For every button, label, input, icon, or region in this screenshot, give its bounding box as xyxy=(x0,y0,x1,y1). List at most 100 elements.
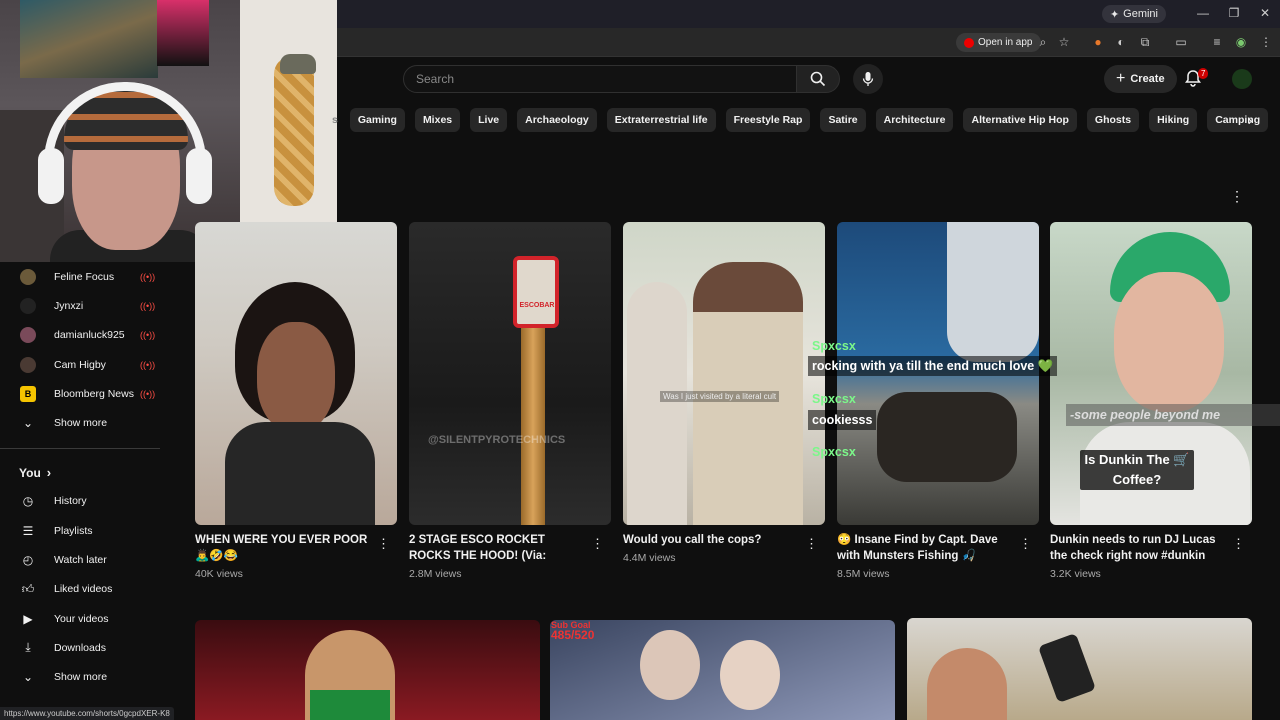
search-button[interactable] xyxy=(796,65,840,93)
chip-architecture[interactable]: Architecture xyxy=(875,108,954,132)
chip-gaming[interactable]: Gaming xyxy=(349,108,405,132)
chat-username: Spxcsx xyxy=(812,445,856,459)
sidebar-item-label: Your videos xyxy=(54,612,109,625)
view-count: 40K views xyxy=(195,568,243,580)
chevron-right-icon[interactable]: › xyxy=(1240,110,1260,130)
account-avatar[interactable] xyxy=(1232,69,1252,89)
live-indicator-icon: ((•)) xyxy=(140,388,156,399)
show-more-you[interactable]: ⌄ Show more xyxy=(0,663,180,692)
minimize-icon[interactable]: — xyxy=(1195,6,1211,20)
sidebar-item-history[interactable]: ◷ History xyxy=(0,487,180,516)
sidebar-subscription[interactable]: Feline Focus ((•)) xyxy=(0,262,180,291)
sidebar-subscription[interactable]: B Bloomberg News ((•)) xyxy=(0,379,180,408)
chip-freestyle-rap[interactable]: Freestyle Rap xyxy=(725,108,811,132)
short-title[interactable]: 😳 Insane Find by Capt. Dave with Munster… xyxy=(837,532,1015,564)
sidebar-item-your-videos[interactable]: ▶ Your videos xyxy=(0,604,180,633)
shorts-row-menu-icon[interactable]: ⋮ xyxy=(1230,188,1244,204)
sidebar-subscription[interactable]: Jynxzi ((•)) xyxy=(0,291,180,320)
more-options-icon[interactable]: ⋮ xyxy=(1019,536,1032,552)
more-options-icon[interactable]: ⋮ xyxy=(591,536,604,552)
video-thumbnail[interactable] xyxy=(195,620,540,720)
short-title[interactable]: Dunkin needs to run DJ Lucas the check r… xyxy=(1050,532,1228,564)
live-indicator-icon: ((•)) xyxy=(140,359,156,370)
thumbnail-person xyxy=(720,640,780,710)
open-in-app-button[interactable]: Open in app xyxy=(956,33,1041,52)
sidebar-item-label: Watch later xyxy=(54,554,107,567)
show-more-label: Show more xyxy=(54,671,108,684)
chip-hiking[interactable]: Hiking xyxy=(1149,108,1198,132)
close-icon[interactable]: ✕ xyxy=(1257,6,1273,20)
short-title[interactable]: WHEN WERE YOU EVER POOR🙇‍♂️🤣😂 xyxy=(195,532,373,564)
short-thumbnail[interactable] xyxy=(623,222,825,525)
channel-avatar xyxy=(20,268,36,285)
sidebar-subscription[interactable]: damianluck925 ((•)) xyxy=(0,321,180,350)
sidebar-item-watch-later[interactable]: ◴ Watch later xyxy=(0,545,180,574)
chip-s[interactable]: s xyxy=(330,108,340,132)
sidebar-item-liked-videos[interactable]: 👍︎ Liked videos xyxy=(0,575,180,604)
more-options-icon[interactable]: ⋮ xyxy=(377,536,390,552)
thumbnail-rocket-stick xyxy=(521,328,545,525)
chip-alternative-hip-hop[interactable]: Alternative Hip Hop xyxy=(963,108,1077,132)
thumbnail-turtle xyxy=(877,392,1017,482)
cast-icon[interactable]: ▭ xyxy=(1174,35,1188,49)
chip-live[interactable]: Live xyxy=(470,108,508,132)
sidebar-item-label: History xyxy=(54,495,87,508)
video-thumbnail[interactable] xyxy=(907,618,1252,720)
thumbnail-phone xyxy=(1037,632,1097,704)
profile-icon[interactable]: ◉ xyxy=(1234,35,1248,49)
chip-mixes[interactable]: Mixes xyxy=(414,108,461,132)
webcam-headphone-right xyxy=(186,148,212,204)
short-card[interactable]: Was I just visited by a literal cult Wou… xyxy=(623,222,825,564)
chip-archaeology[interactable]: Archaeology xyxy=(517,108,597,132)
more-options-icon[interactable]: ⋮ xyxy=(805,536,818,552)
channel-name: Feline Focus xyxy=(54,270,115,283)
chip-extraterrestrial-life[interactable]: Extraterrestrial life xyxy=(606,108,716,132)
live-indicator-icon: ((•)) xyxy=(140,271,156,282)
short-title[interactable]: 2 STAGE ESCO ROCKET ROCKS THE HOOD! (Via… xyxy=(409,532,587,564)
sidebar-item-label: Downloads xyxy=(54,641,106,654)
youtube-header: Search + Create 7 xyxy=(0,57,1280,101)
webcam-headphone-left xyxy=(38,148,64,204)
chip-ghosts[interactable]: Ghosts xyxy=(1086,108,1140,132)
browser-address-bar: Open in app ⌕ ☆ ● ◐ ⧉ ▭ ≡ ◉ ⋮ xyxy=(337,28,1280,57)
chat-message-text: cookiesss xyxy=(808,410,877,430)
short-thumbnail[interactable] xyxy=(195,222,397,525)
view-count: 8.5M views xyxy=(837,568,890,580)
extension-icon-2[interactable]: ◐ xyxy=(1114,35,1128,49)
bookmark-star-icon[interactable]: ☆ xyxy=(1057,35,1071,49)
video-thumbnail[interactable] xyxy=(550,620,895,720)
reading-list-icon[interactable]: ≡ xyxy=(1210,35,1224,49)
short-card[interactable]: WHEN WERE YOU EVER POOR🙇‍♂️🤣😂 ⋮ 40K view… xyxy=(195,222,397,580)
playlists-icon: ☰ xyxy=(22,523,34,538)
chevron-down-icon: ⌄ xyxy=(22,416,34,431)
gemini-label: Gemini xyxy=(1123,8,1158,20)
category-chips: s Gaming Mixes Live Archaeology Extraterrestr… xyxy=(330,108,1269,132)
extension-icon[interactable]: ● xyxy=(1091,35,1105,49)
sub-goal-value: 485/520 xyxy=(551,628,595,642)
create-button[interactable]: + Create xyxy=(1104,65,1177,93)
browser-tab-bar: ✦ Gemini — ❐ ✕ xyxy=(337,0,1280,28)
chip-satire[interactable]: Satire xyxy=(820,108,866,132)
sidebar-subscription[interactable]: Cam Higby ((•)) xyxy=(0,350,180,379)
sidebar-divider xyxy=(0,447,160,449)
extensions-puzzle-icon[interactable]: ⧉ xyxy=(1138,35,1152,49)
short-card[interactable]: ESCOBAR @SILENTPYROTECHNICS 2 STAGE ESCO… xyxy=(409,222,611,580)
zoom-icon[interactable]: ⌕ xyxy=(1036,35,1050,49)
thumbnail-shirt xyxy=(225,422,375,525)
search-input[interactable]: Search xyxy=(403,65,797,93)
restore-icon[interactable]: ❐ xyxy=(1226,6,1242,20)
show-more-subscriptions[interactable]: ⌄ Show more xyxy=(0,408,180,437)
browser-menu-icon[interactable]: ⋮ xyxy=(1259,35,1273,49)
voice-search-button[interactable] xyxy=(853,64,883,94)
sidebar-item-playlists[interactable]: ☰ Playlists xyxy=(0,516,180,545)
chevron-down-icon: ⌄ xyxy=(22,670,34,685)
short-thumbnail[interactable]: ESCOBAR xyxy=(409,222,611,525)
thumbnail-face xyxy=(1114,272,1224,412)
thumbnail-watermark: @SILENTPYROTECHNICS xyxy=(428,434,566,446)
mic-icon xyxy=(862,72,874,86)
more-options-icon[interactable]: ⋮ xyxy=(1232,536,1245,552)
gemini-button[interactable]: ✦ Gemini xyxy=(1101,5,1166,23)
sidebar-item-downloads[interactable]: ⤓ Downloads xyxy=(0,633,180,662)
you-section-header[interactable]: You › xyxy=(0,459,180,487)
short-title[interactable]: Would you call the cops? xyxy=(623,532,801,548)
